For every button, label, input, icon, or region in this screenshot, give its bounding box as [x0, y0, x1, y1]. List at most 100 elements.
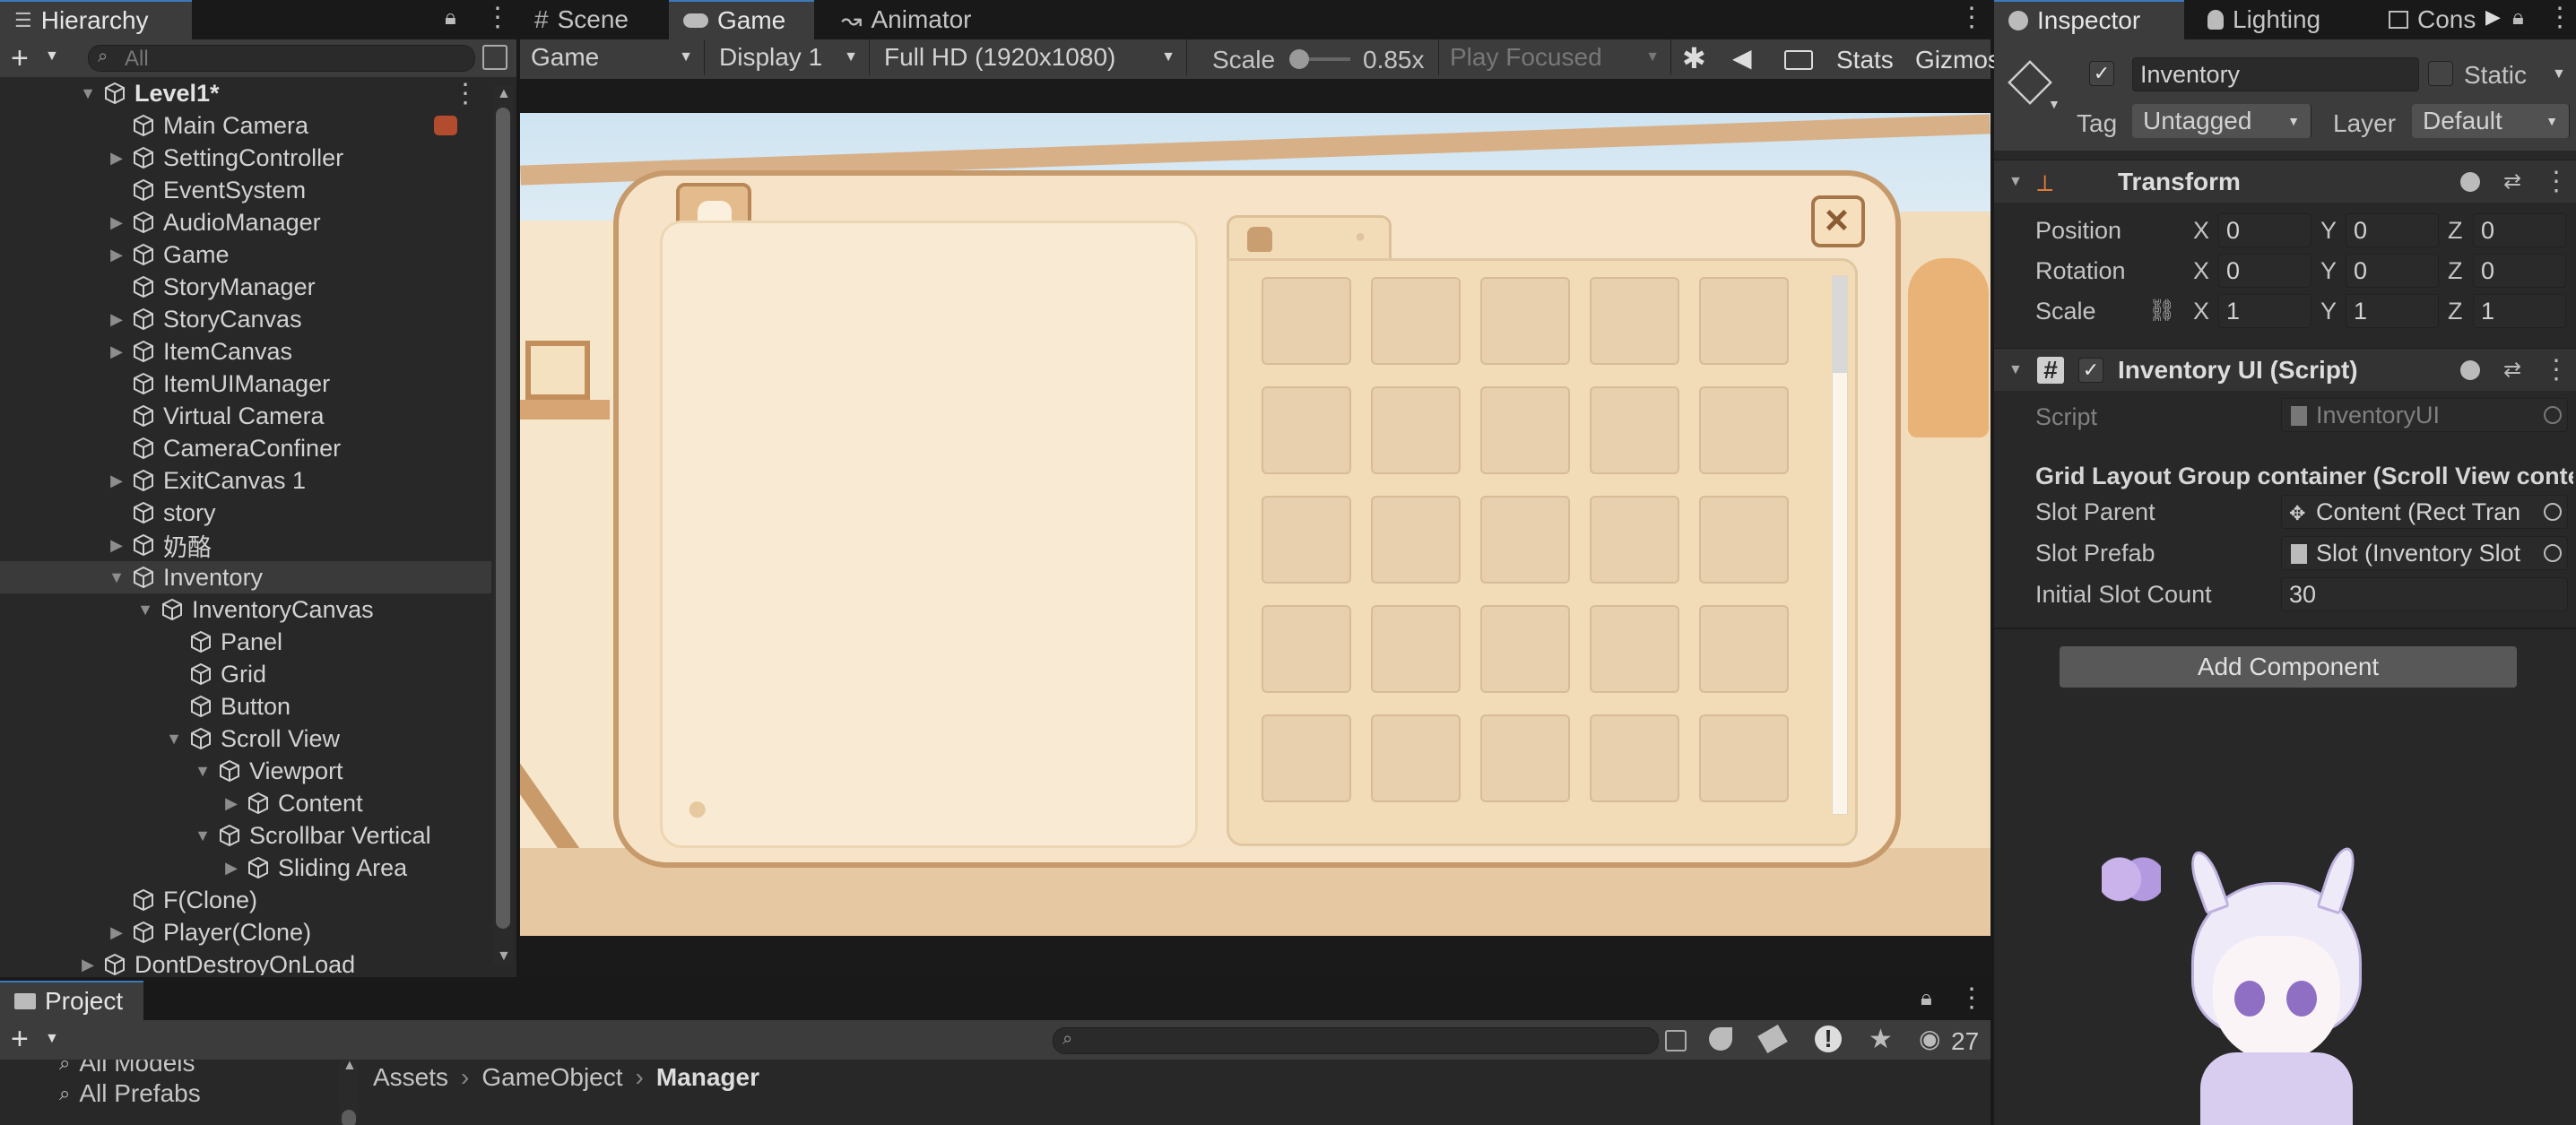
layer-dropdown[interactable]: Default ▼ — [2412, 104, 2570, 138]
inventory-slot[interactable] — [1480, 714, 1570, 802]
tab-console[interactable]: Cons — [2374, 0, 2494, 39]
expand-right-icon[interactable]: ▶ — [222, 794, 240, 813]
filter-by-type-icon[interactable] — [1709, 1027, 1732, 1051]
scale-y-field[interactable]: 1 — [2346, 294, 2439, 328]
add-component-button[interactable]: Add Component — [2059, 645, 2518, 688]
scale-z-field[interactable]: 1 — [2473, 294, 2566, 328]
hierarchy-item-itemuimanager[interactable]: ItemUIManager — [0, 368, 491, 400]
hierarchy-item-item[interactable]: ▶ 奶酪 — [0, 529, 491, 561]
project-search-input[interactable]: ⌕ — [1053, 1027, 1687, 1054]
eye-icon[interactable]: ◉ — [1919, 1024, 1940, 1053]
hierarchy-scroll-thumb[interactable] — [496, 108, 510, 929]
hierarchy-item-inventorycanvas[interactable]: ▼ InventoryCanvas — [0, 593, 491, 626]
tab-game[interactable]: Game — [669, 0, 814, 39]
inventory-slot[interactable] — [1262, 605, 1351, 693]
expand-down-icon[interactable]: ▼ — [136, 601, 154, 619]
search-by-type-icon[interactable] — [1665, 1030, 1687, 1051]
position-z-field[interactable]: 0 — [2473, 213, 2566, 247]
hierarchy-item-scrollbar-vertical[interactable]: ▼ Scrollbar Vertical — [0, 819, 491, 852]
gizmos-button[interactable]: Gizmos — [1915, 46, 2000, 74]
expand-right-icon[interactable]: ▶ — [108, 246, 126, 264]
lock-icon[interactable]: 🔒︎ — [1921, 986, 1932, 1011]
more-options-icon[interactable]: ⋮ — [1958, 2, 1985, 33]
help-icon[interactable] — [2460, 171, 2480, 192]
scroll-up-arrow[interactable]: ▲ — [343, 1060, 357, 1074]
object-name-field[interactable]: Inventory — [2132, 57, 2419, 91]
scroll-down-arrow[interactable]: ▼ — [497, 948, 511, 965]
view-mode-dropdown[interactable]: Game ▼ — [520, 39, 705, 75]
hierarchy-item-player-clone[interactable]: ▶ Player(Clone) — [0, 916, 491, 948]
rotation-z-axis-label[interactable]: Z — [2448, 257, 2463, 285]
inventory-slot[interactable] — [1262, 386, 1351, 474]
slot-parent-field[interactable]: ✥ Content (Rect Tran — [2281, 495, 2568, 529]
sidebar-item-all-prefabs[interactable]: ⌕ All Prefabs — [59, 1079, 201, 1108]
play-mode-dropdown[interactable]: Play Focused ▼ — [1438, 39, 1671, 75]
inventory-slot[interactable] — [1590, 277, 1679, 365]
stats-button[interactable]: Stats — [1836, 46, 1894, 74]
inventory-slot[interactable] — [1590, 496, 1679, 584]
inventory-slot[interactable] — [1262, 714, 1351, 802]
more-options-icon[interactable]: ⋮ — [452, 79, 479, 109]
hierarchy-item-itemcanvas[interactable]: ▶ ItemCanvas — [0, 335, 491, 368]
hierarchy-item-inventory[interactable]: ▼ Inventory — [0, 561, 491, 593]
hierarchy-item-storymanager[interactable]: StoryManager — [0, 271, 491, 303]
keyboard-icon[interactable] — [1784, 50, 1813, 70]
inventory-slot[interactable] — [1371, 714, 1461, 802]
position-z-axis-label[interactable]: Z — [2448, 217, 2463, 245]
sidebar-scroll-thumb[interactable] — [342, 1110, 356, 1125]
hierarchy-item-dontdestroyonload[interactable]: ▶ DontDestroyOnLoad — [0, 948, 491, 975]
expand-right-icon[interactable]: ▶ — [108, 310, 126, 329]
favorite-star-icon[interactable]: ★ — [1869, 1024, 1893, 1055]
breadcrumb-assets[interactable]: Assets — [373, 1063, 448, 1092]
inventory-slot[interactable] — [1371, 277, 1461, 365]
grid-scrollbar[interactable] — [1832, 275, 1848, 815]
add-icon[interactable]: + — [11, 1022, 29, 1057]
inventory-slot[interactable] — [1699, 496, 1789, 584]
tab-animator[interactable]: ↝ Animator — [827, 0, 1006, 39]
foldout-arrow-icon[interactable]: ▼ — [2008, 174, 2023, 190]
sidebar-item-all-models[interactable]: ⌕ All Models — [59, 1060, 195, 1077]
lock-icon[interactable]: 🔒︎ — [445, 5, 456, 30]
hierarchy-search-input[interactable]: ⌕ All — [88, 45, 475, 72]
expand-right-icon[interactable]: ▶ — [79, 956, 97, 974]
hierarchy-item-cameraconfiner[interactable]: CameraConfiner — [0, 432, 491, 464]
expand-down-icon[interactable]: ▼ — [79, 84, 97, 103]
hierarchy-item-exitcanvas-1[interactable]: ▶ ExitCanvas 1 — [0, 464, 491, 497]
inventory-slot[interactable] — [1590, 605, 1679, 693]
more-options-icon[interactable]: ⋮ — [2546, 2, 2573, 33]
preset-icon[interactable]: ⇄ — [2503, 357, 2521, 383]
chevron-down-icon[interactable]: ▼ — [2048, 97, 2060, 111]
rotation-x-axis-label[interactable]: X — [2193, 257, 2209, 285]
hierarchy-item-level1[interactable]: ▼ Level1* ⋮ — [0, 79, 491, 109]
expand-down-icon[interactable]: ▼ — [108, 568, 126, 587]
expand-down-icon[interactable]: ▼ — [194, 826, 212, 845]
position-x-field[interactable]: 0 — [2218, 213, 2311, 247]
more-options-icon[interactable]: ⋮ — [2543, 166, 2570, 197]
active-checkbox[interactable]: ✓ — [2089, 61, 2114, 86]
chevron-down-icon[interactable]: ▼ — [45, 1031, 59, 1047]
rotation-y-axis-label[interactable]: Y — [2320, 257, 2337, 285]
tab-inspector[interactable]: Inspector — [1994, 0, 2184, 39]
display-dropdown[interactable]: Display 1 ▼ — [708, 39, 870, 75]
inventory-slot[interactable] — [1480, 386, 1570, 474]
inventory-slot[interactable] — [1480, 605, 1570, 693]
hierarchy-item-sliding-area[interactable]: ▶ Sliding Area — [0, 852, 491, 884]
hierarchy-item-viewport[interactable]: ▼ Viewport — [0, 755, 491, 787]
script-component-header[interactable]: ▼ # ✓ Inventory UI (Script) ⇄ ⋮ — [1994, 348, 2576, 391]
static-checkbox[interactable] — [2428, 61, 2453, 86]
scale-slider-handle[interactable] — [1289, 49, 1309, 69]
hierarchy-item-content[interactable]: ▶ Content — [0, 787, 491, 819]
expand-right-icon[interactable]: ▶ — [108, 213, 126, 232]
inventory-slot[interactable] — [1371, 496, 1461, 584]
chevron-down-icon[interactable]: ▼ — [2552, 66, 2566, 82]
expand-right-icon[interactable]: ▶ — [108, 342, 126, 361]
expand-right-icon[interactable]: ▶ — [108, 536, 126, 555]
inventory-slot[interactable] — [1699, 714, 1789, 802]
slot-prefab-field[interactable]: Slot (Inventory Slot — [2281, 536, 2568, 570]
bag-category-tab[interactable]: ● — [1227, 215, 1392, 262]
speaker-icon[interactable]: ◀ — [1732, 43, 1752, 73]
tab-scene[interactable]: # Scene — [520, 0, 667, 39]
scroll-up-arrow[interactable]: ▲ — [497, 86, 511, 102]
hierarchy-item-grid[interactable]: Grid — [0, 658, 491, 690]
rotation-y-field[interactable]: 0 — [2346, 254, 2439, 288]
